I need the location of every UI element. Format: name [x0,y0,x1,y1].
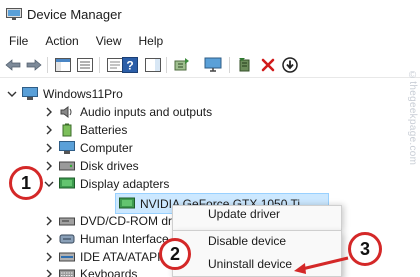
tree-item-computer[interactable]: Computer [43,138,133,158]
window-title: Device Manager [27,7,122,22]
uninstall-device-icon[interactable] [258,55,278,75]
toolbar: ? [0,53,420,78]
menu-view[interactable]: View [87,31,130,51]
chevron-right-icon[interactable] [43,233,55,245]
hid-icon [59,232,75,246]
chevron-right-icon[interactable] [43,142,55,154]
menu-help[interactable]: Help [130,31,172,51]
back-arrow-icon[interactable] [3,55,23,75]
tree-item-label: Disk drives [80,159,139,173]
svg-text:?: ? [126,59,133,73]
chevron-down-icon[interactable] [43,178,55,190]
step-2-callout: 2 [159,238,191,270]
menu-file[interactable]: File [0,31,36,51]
tree-root[interactable]: Windows11Pro [6,84,123,104]
chevron-right-icon[interactable] [43,215,55,227]
ide-controller-icon [59,250,75,264]
dvd-drive-icon [59,214,75,228]
chevron-right-icon[interactable] [43,251,55,263]
device-manager-icon [6,8,22,20]
title-bar: Device Manager [0,0,420,30]
chevron-right-icon[interactable] [43,106,55,118]
tree-item-display-adapters[interactable]: Display adapters [43,174,169,194]
tree-item-keyboards[interactable]: Keyboards [43,264,137,277]
tree-item-label: Display adapters [80,177,170,191]
computer-icon [22,87,38,101]
tree-item-label: Keyboards [80,267,138,277]
context-menu-disable-device[interactable]: Disable device [208,234,286,248]
tree-item-dvd[interactable]: DVD/CD-ROM drives [43,211,193,231]
callout-arrow [294,256,349,274]
chevron-right-icon[interactable] [43,124,55,136]
update-driver-icon[interactable] [235,55,255,75]
tree-item-disk-drives[interactable]: Disk drives [43,156,139,176]
tree-item-label: Audio inputs and outputs [80,105,213,119]
computer-icon [59,141,75,155]
keyboard-icon [59,267,75,277]
display-adapter-icon [59,177,75,191]
step-3-callout: 3 [348,232,382,266]
show-hide-console-tree-icon[interactable] [53,55,73,75]
disable-device-icon[interactable] [280,55,300,75]
forward-arrow-icon[interactable] [24,55,44,75]
speaker-icon [59,105,75,119]
context-menu-uninstall-device[interactable]: Uninstall device [208,257,292,271]
step-1-callout: 1 [9,166,43,200]
tree-item-audio[interactable]: Audio inputs and outputs [43,102,212,122]
menu-action[interactable]: Action [36,31,86,51]
tree-root-label: Windows11Pro [43,87,123,101]
battery-icon [59,123,75,137]
tree-item-label: Batteries [80,123,128,137]
disk-drive-icon [59,159,75,173]
watermark: ©thegeekpage.com [407,70,418,166]
scan-hardware-icon[interactable] [172,55,192,75]
menu-bar: File Action View Help [0,31,171,51]
help-icon[interactable]: ? [120,55,140,75]
properties-list-icon[interactable] [75,55,95,75]
action-pane-icon[interactable] [143,55,163,75]
tree-item-batteries[interactable]: Batteries [43,120,127,140]
chevron-down-icon[interactable] [6,88,18,100]
chevron-right-icon[interactable] [43,160,55,172]
display-adapter-icon [119,197,135,211]
chevron-right-icon[interactable] [43,268,55,277]
context-menu-update-driver[interactable]: Update driver [208,207,280,221]
tree-item-label: Computer [80,141,133,155]
monitor-icon[interactable] [203,55,223,75]
